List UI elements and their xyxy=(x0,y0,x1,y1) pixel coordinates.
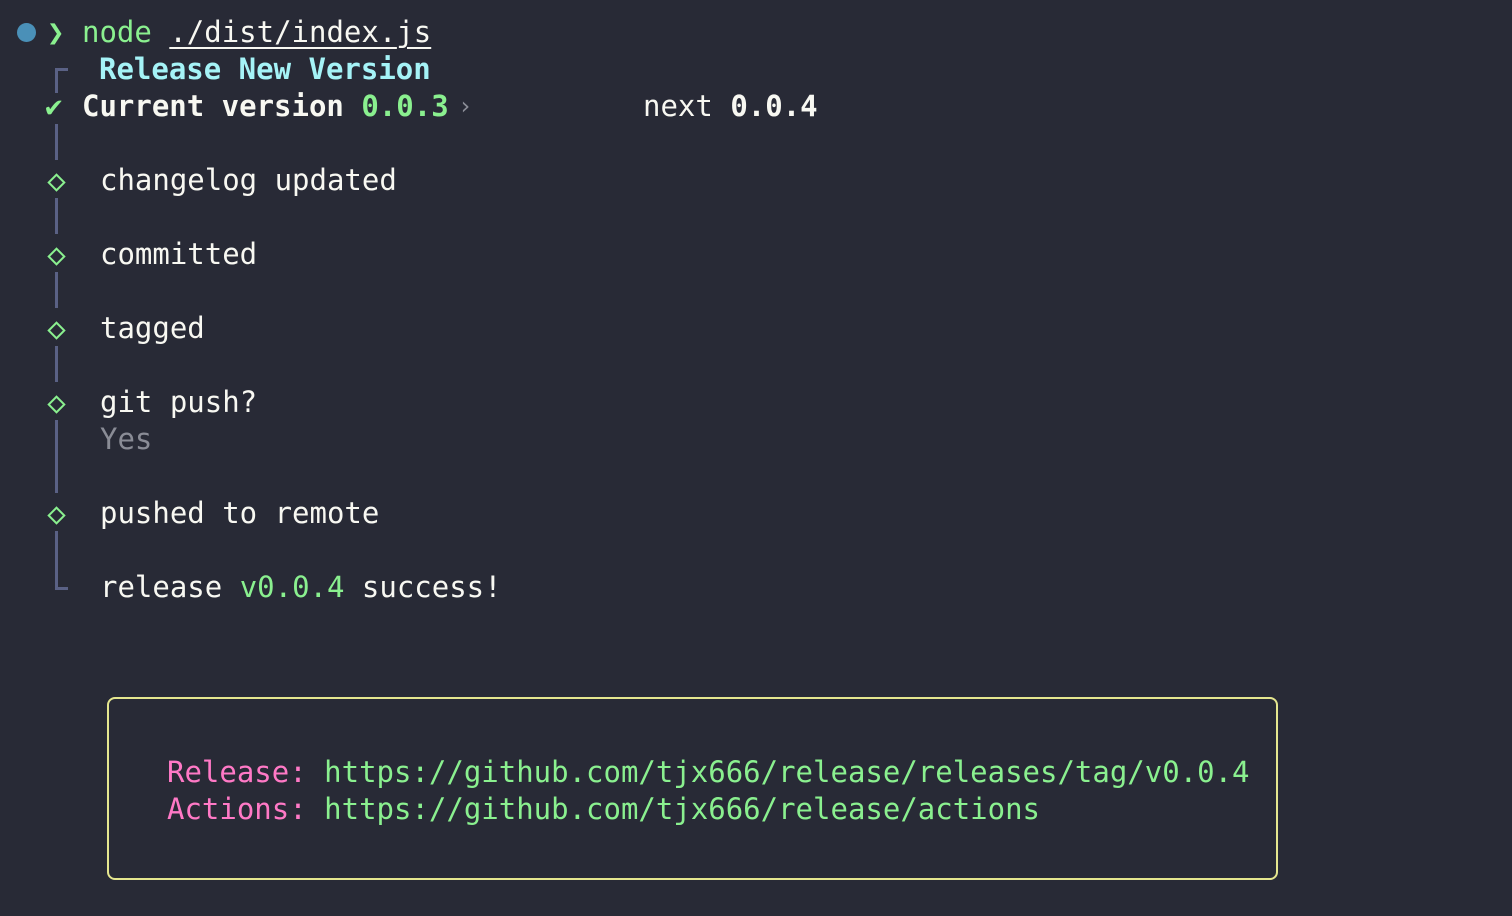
tree-rail-segment xyxy=(55,531,58,567)
step-label: tagged xyxy=(100,311,205,345)
prompt-chevron-icon: ❯ xyxy=(47,15,65,49)
prompt-status-dot-icon xyxy=(17,23,36,42)
tree-rail-segment xyxy=(55,346,58,382)
command-argument: ./dist/index.js xyxy=(169,15,432,49)
current-version-line: Current version 0.0.3 xyxy=(82,88,449,125)
result-prefix: release xyxy=(100,570,223,604)
release-title: Release New Version xyxy=(99,52,431,86)
diamond-icon xyxy=(47,506,66,525)
diamond-icon xyxy=(47,173,66,192)
current-version-value: 0.0.3 xyxy=(361,89,449,123)
release-url-link[interactable]: https://github.com/tjx666/release/releas… xyxy=(324,755,1249,789)
chevron-right-icon: › xyxy=(458,92,473,120)
tree-rail-bottom-corner xyxy=(55,565,68,590)
next-version-value: 0.0.4 xyxy=(730,89,818,123)
tree-rail-segment xyxy=(55,420,58,493)
next-version-line: next 0.0.4 xyxy=(643,88,818,125)
tree-rail-segment xyxy=(55,124,58,160)
command-line: node ./dist/index.js xyxy=(82,14,431,51)
diamond-icon xyxy=(47,395,66,414)
release-link-label: Release: xyxy=(167,755,307,789)
step-label: pushed to remote xyxy=(100,496,380,530)
step-label: git push? xyxy=(100,385,258,419)
release-result-line: release v0.0.4 success! xyxy=(100,569,502,606)
result-version: v0.0.4 xyxy=(239,570,345,604)
current-version-label: Current version xyxy=(82,89,344,123)
tree-rail-segment xyxy=(55,272,58,308)
check-icon: ✔ xyxy=(45,89,63,123)
actions-url-link[interactable]: https://github.com/tjx666/release/action… xyxy=(324,792,1040,826)
actions-link-line: Actions: https://github.com/tjx666/relea… xyxy=(167,791,1040,828)
diamond-icon xyxy=(47,247,66,266)
result-suffix: success! xyxy=(361,570,502,604)
release-link-line: Release: https://github.com/tjx666/relea… xyxy=(167,754,1250,791)
step-answer: Yes xyxy=(100,422,153,456)
actions-link-label: Actions: xyxy=(167,792,307,826)
command-name: node xyxy=(82,15,152,49)
tree-rail-segment xyxy=(55,198,58,234)
next-version-label: next xyxy=(643,89,713,123)
step-label: changelog updated xyxy=(100,163,397,197)
step-label: committed xyxy=(100,237,258,271)
diamond-icon xyxy=(47,321,66,340)
